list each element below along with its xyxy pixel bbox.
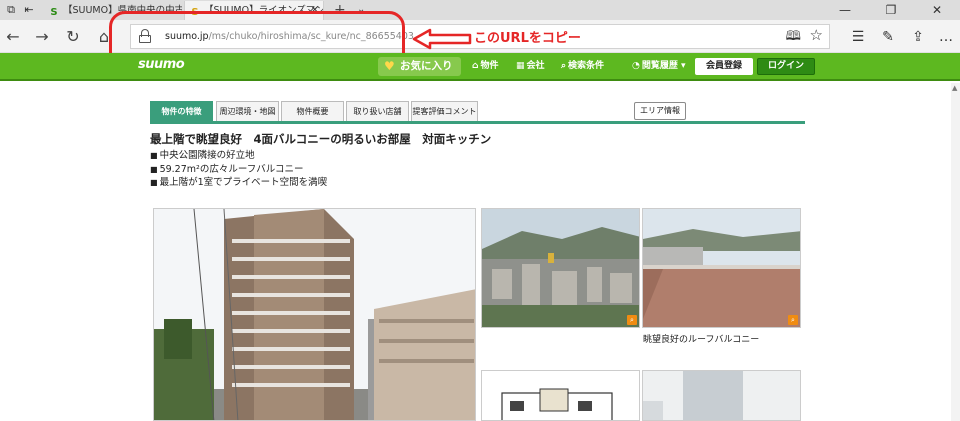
- tab-features[interactable]: 物件の特徴: [150, 101, 213, 121]
- area-info-button[interactable]: エリア情報: [634, 102, 686, 120]
- floorplan-photo[interactable]: [481, 370, 640, 421]
- register-button[interactable]: 会員登録: [695, 58, 753, 75]
- forward-icon[interactable]: →: [31, 26, 53, 48]
- nav-history[interactable]: ◔ 閲覧履歴 ▾: [632, 57, 686, 76]
- favorites-hub-icon[interactable]: ☰: [848, 27, 868, 47]
- favorites-button[interactable]: ♥ お気に入り: [378, 57, 461, 76]
- zoom-icon[interactable]: ⌕: [788, 315, 798, 325]
- heart-icon: ♥: [384, 59, 395, 73]
- minimize-icon[interactable]: —: [822, 0, 868, 20]
- main-building-photo[interactable]: [153, 208, 476, 421]
- property-headline: 最上階で眺望良好 4面バルコニーの明るいお部屋 対面キッチン: [150, 132, 492, 146]
- house-icon: ⌂: [472, 61, 479, 71]
- back-icon[interactable]: ←: [2, 26, 24, 48]
- suumo-favicon-icon: S: [50, 7, 58, 18]
- city-view-image: [482, 209, 639, 327]
- building-icon: ▦: [516, 61, 525, 71]
- set-aside-tabs-icon[interactable]: ⇤: [22, 3, 36, 17]
- nav-company[interactable]: ▦ 会社: [516, 57, 545, 76]
- roof-balcony-image: [643, 209, 800, 327]
- scroll-up-icon[interactable]: ▲: [952, 84, 957, 92]
- zoom-icon[interactable]: ⌕: [627, 315, 637, 325]
- balcony-photo[interactable]: ⌕: [642, 208, 801, 328]
- more-icon[interactable]: …: [936, 27, 956, 47]
- feature-list: 中央公園隣接の好立地 59.27m²の広々ルーフバルコニー 最上階が1室でプライ…: [150, 149, 328, 190]
- list-item: 最上階が1室でプライベート空間を満喫: [150, 176, 328, 190]
- close-window-icon[interactable]: ✕: [914, 0, 960, 20]
- list-item: 中央公園隣接の好立地: [150, 149, 327, 163]
- view-photo[interactable]: ⌕: [481, 208, 640, 328]
- browser-window: { "browser": { "tabs": [ {"title": "【SUU…: [0, 0, 960, 421]
- photo-caption: 眺望良好のルーフバルコニー: [643, 335, 760, 345]
- tab-comments[interactable]: 提客評価コメント: [411, 101, 478, 121]
- building-photo-image: [154, 209, 475, 420]
- favorite-star-icon[interactable]: ☆: [810, 26, 823, 44]
- page-scrollbar[interactable]: ▲: [951, 83, 960, 421]
- annotation-arrow-icon: [412, 28, 472, 50]
- refresh-icon[interactable]: ↻: [62, 26, 84, 48]
- nav-property[interactable]: ⌂ 物件: [472, 57, 498, 76]
- chevron-down-icon: ▾: [681, 61, 686, 71]
- suumo-logo[interactable]: suumo: [138, 57, 185, 72]
- search-icon: ⌕: [561, 61, 567, 71]
- tab-actions-icon[interactable]: ⧉: [4, 3, 18, 17]
- reading-view-icon[interactable]: 🕮: [786, 27, 801, 49]
- floorplan-image: [482, 371, 639, 420]
- tab-surroundings-map[interactable]: 周辺環境・地図: [216, 101, 279, 121]
- maximize-icon[interactable]: ❐: [868, 0, 914, 20]
- pen-icon[interactable]: ✎: [878, 27, 898, 47]
- share-icon[interactable]: ⇪: [908, 27, 928, 47]
- nav-saved-search[interactable]: ⌕ 検索条件: [561, 57, 604, 76]
- interior-image: [643, 371, 800, 420]
- login-button[interactable]: ログイン: [757, 58, 815, 75]
- tab-overview[interactable]: 物件概要: [281, 101, 344, 121]
- detail-tab-bar: 物件の特徴 周辺環境・地図 物件概要 取り扱い店舗 提客評価コメント エリア情報: [150, 101, 805, 124]
- annotation-label: このURLをコピー: [474, 31, 581, 46]
- interior-photo[interactable]: [642, 370, 801, 421]
- clock-icon: ◔: [632, 61, 640, 71]
- tab-store[interactable]: 取り扱い店舗: [346, 101, 409, 121]
- list-item: 59.27m²の広々ルーフバルコニー: [150, 163, 327, 177]
- site-header: suumo ♥ お気に入り ⌂ 物件 ▦ 会社 ⌕ 検索条件 ◔ 閲覧履歴 ▾ 会員登録 …: [0, 53, 960, 81]
